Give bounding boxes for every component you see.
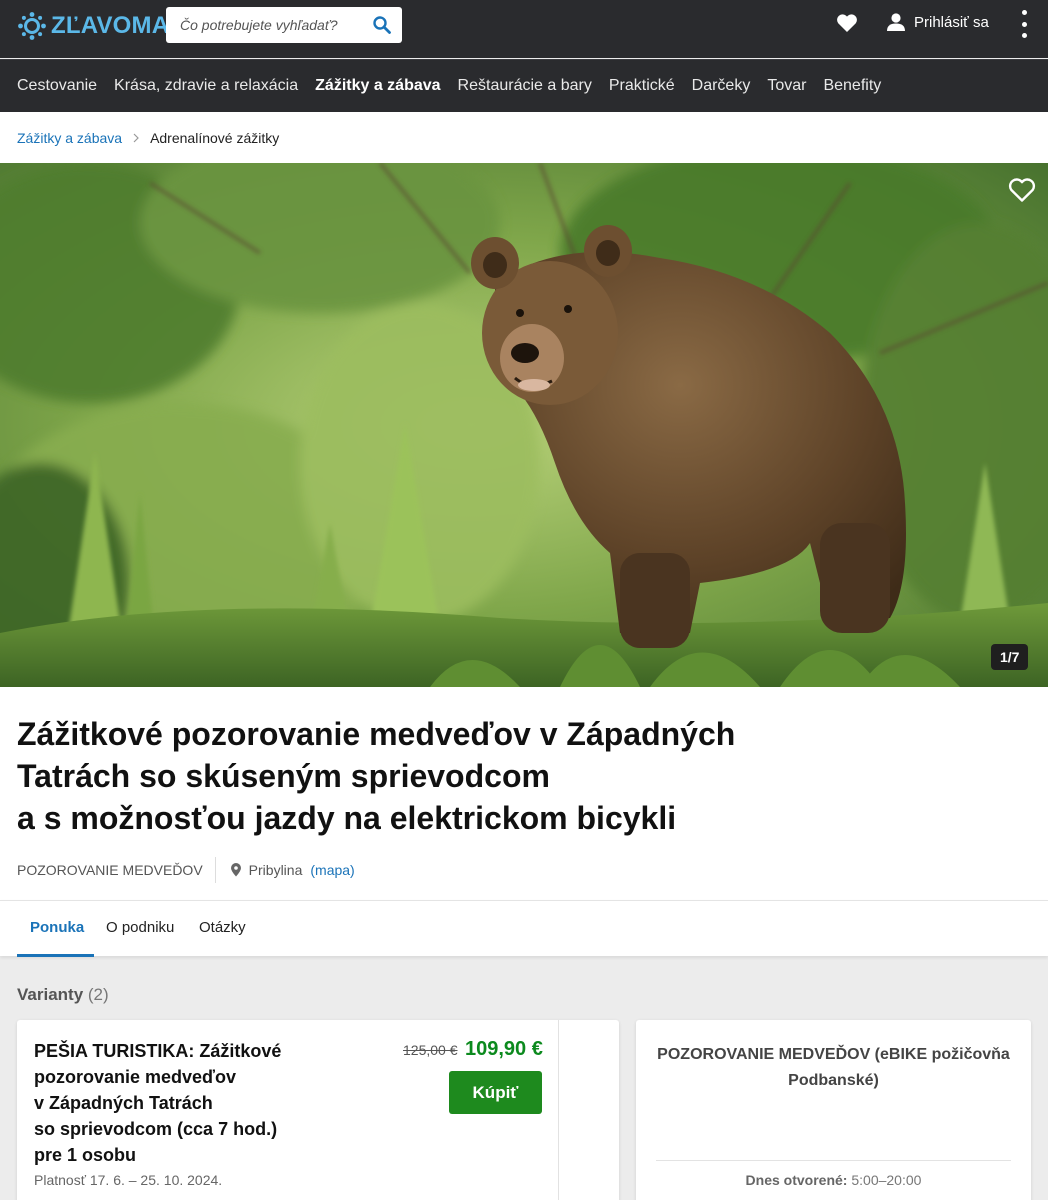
- variants-heading: Varianty (2): [17, 985, 109, 1005]
- chevron-right-icon: [133, 133, 139, 142]
- search-icon[interactable]: [372, 15, 392, 35]
- variant-title-line: pre 1 osobu: [34, 1145, 137, 1165]
- category-experiences[interactable]: Zážitky a zábava: [315, 77, 440, 95]
- breadcrumb: Zážitky a zábava Adrenalínové zážitky: [0, 112, 1048, 163]
- offer-header: Zážitkové pozorovanie medveďov v Západný…: [0, 687, 1048, 900]
- login-label: Prihlásiť sa: [914, 13, 989, 31]
- map-link[interactable]: (mapa): [310, 862, 354, 878]
- location-pin-icon: [230, 863, 241, 877]
- location-name: Pribylina: [248, 862, 303, 878]
- logo-text: ZĽAVOMAT: [51, 12, 183, 39]
- breadcrumb-current: Adrenalínové zážitky: [150, 129, 280, 146]
- offer-tabs: Ponuka O podniku Otázky: [0, 900, 1048, 957]
- price: 109,90 €: [465, 1038, 543, 1060]
- logo[interactable]: ZĽAVOMAT: [17, 10, 182, 42]
- gallery-image[interactable]: 1/7: [0, 163, 1048, 687]
- category-gifts[interactable]: Darčeky: [692, 77, 751, 95]
- tab-about-business[interactable]: O podniku: [106, 901, 174, 957]
- vendor-card: POZOROVANIE MEDVEĎOV (eBIKE požičovňa Po…: [636, 1020, 1031, 1200]
- meta-divider: [214, 857, 216, 883]
- gallery-counter: 1/7: [991, 644, 1029, 670]
- title-line: a s možnosťou jazdy na elektrickom bicyk…: [17, 800, 677, 836]
- page-title: Zážitkové pozorovanie medveďov v Západný…: [17, 713, 777, 839]
- opening-hours-value: 5:00–20:00: [851, 1172, 922, 1188]
- variant-title-line: v Západných Tatrách: [34, 1093, 213, 1113]
- tab-questions[interactable]: Otázky: [199, 901, 246, 957]
- variants-label: Varianty: [17, 985, 84, 1004]
- buy-button[interactable]: Kúpiť: [449, 1071, 542, 1114]
- variant-card: PEŠIA TURISTIKA: Zážitkové pozorovanie m…: [17, 1020, 619, 1200]
- category-restaurants[interactable]: Reštaurácie a bary: [458, 77, 592, 95]
- top-bar: ZĽAVOMAT Prihlásiť sa: [0, 0, 1048, 58]
- favorites-heart-icon[interactable]: [836, 13, 858, 33]
- vendor-card-title[interactable]: POZOROVANIE MEDVEĎOV (eBIKE požičovňa Po…: [656, 1042, 1011, 1094]
- logo-icon: [18, 12, 46, 40]
- title-line: Zážitkové pozorovanie medveďov v Západný…: [17, 716, 736, 752]
- vendor-name: POZOROVANIE MEDVEĎOV: [17, 862, 203, 878]
- heart-outline-icon[interactable]: [1008, 177, 1036, 203]
- tab-offer[interactable]: Ponuka: [17, 901, 94, 957]
- title-line: Tatrách so skúseným sprievodcom: [17, 758, 550, 794]
- variant-card-main: PEŠIA TURISTIKA: Zážitkové pozorovanie m…: [17, 1020, 559, 1200]
- variant-title-line: pozorovanie medveďov: [34, 1067, 236, 1087]
- category-goods[interactable]: Tovar: [767, 77, 806, 95]
- category-travel[interactable]: Cestovanie: [17, 77, 97, 95]
- search-box: [166, 7, 402, 43]
- breadcrumb-parent-link[interactable]: Zážitky a zábava: [17, 130, 122, 146]
- divider: [656, 1160, 1011, 1161]
- bear-photo: [0, 163, 1048, 687]
- variant-title[interactable]: PEŠIA TURISTIKA: Zážitkové pozorovanie m…: [34, 1038, 302, 1168]
- login-button[interactable]: Prihlásiť sa: [886, 12, 989, 32]
- user-icon: [887, 13, 905, 31]
- offer-meta: POZOROVANIE MEDVEĎOV Pribylina (mapa): [17, 857, 355, 883]
- opening-hours-label: Dnes otvorené:: [745, 1172, 848, 1188]
- more-menu-icon[interactable]: [1018, 10, 1030, 38]
- old-price: 125,00 €: [403, 1042, 458, 1058]
- vendor-card-title-line: Podbanské): [788, 1072, 879, 1089]
- category-benefits[interactable]: Benefity: [823, 77, 881, 95]
- variant-title-line: so sprievodcom (cca 7 hod.): [34, 1119, 278, 1139]
- validity-text: Platnosť 17. 6. – 25. 10. 2024.: [34, 1172, 223, 1188]
- variants-count: (2): [87, 985, 109, 1004]
- opening-hours: Dnes otvorené: 5:00–20:00: [636, 1172, 1031, 1188]
- search-input[interactable]: [180, 17, 370, 33]
- variant-title-line: PEŠIA TURISTIKA: Zážitkové: [34, 1041, 282, 1061]
- category-practical[interactable]: Praktické: [609, 77, 675, 95]
- vendor-card-title-line: POZOROVANIE MEDVEĎOV (eBIKE požičovňa: [657, 1046, 1010, 1063]
- category-nav: Cestovanie Krása, zdravie a relaxácia Zá…: [0, 59, 1048, 112]
- category-beauty-health[interactable]: Krása, zdravie a relaxácia: [114, 77, 298, 95]
